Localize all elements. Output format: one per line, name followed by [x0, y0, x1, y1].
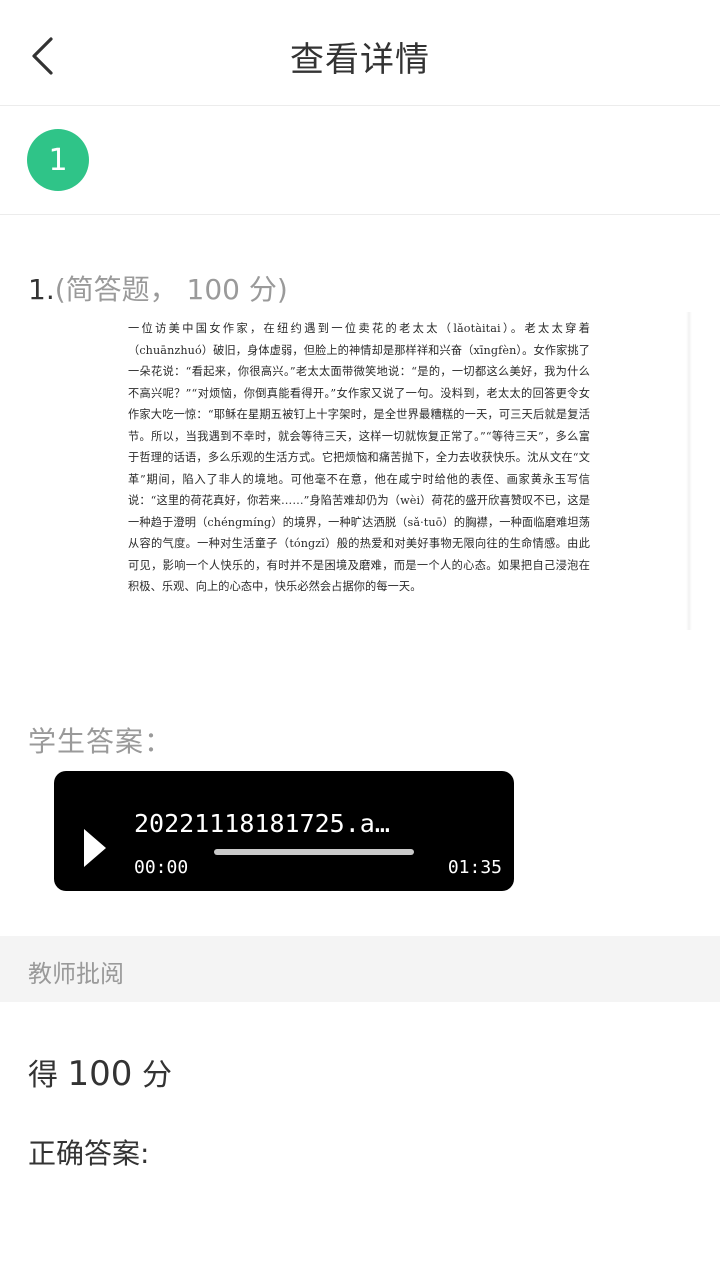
score-prefix: 得	[28, 1058, 58, 1093]
score-suffix: 分	[142, 1058, 172, 1093]
question-heading: 1.(简答题， 100 分)	[28, 268, 288, 308]
audio-total-time: 01:35	[447, 857, 502, 878]
score-value: 100	[67, 1054, 133, 1094]
student-answer-label: 学生答案：	[28, 725, 174, 758]
play-button[interactable]	[82, 827, 108, 869]
teacher-review-section: 教师批阅	[0, 936, 720, 1002]
header-bar: 查看详情	[0, 0, 720, 106]
passage-text: 一位访美中国女作家，在纽约遇到一位卖花的老太太（lǎotàitai）。老太太穿着…	[128, 322, 590, 593]
section-title: 教师批阅	[28, 960, 124, 988]
score-line: 得 100 分	[28, 1050, 172, 1094]
question-type-score: (简答题， 100 分)	[54, 273, 288, 306]
audio-progress-bar[interactable]	[214, 849, 414, 855]
question-passage-image: 一位访美中国女作家，在纽约遇到一位卖花的老太太（lǎotàitai）。老太太穿着…	[128, 318, 590, 593]
question-number: 1.	[28, 273, 55, 306]
page-title: 查看详情	[290, 40, 430, 80]
audio-player[interactable]: 20221118181725.a… 00:00 01:35	[54, 771, 514, 891]
correct-answer-label: 正确答案:	[28, 1137, 150, 1170]
question-number-badge[interactable]: 1	[27, 129, 89, 191]
audio-filename: 20221118181725.a…	[134, 809, 390, 838]
question-navigator: 1	[0, 107, 720, 215]
audio-current-time: 00:00	[134, 857, 189, 878]
image-edge-shadow	[686, 312, 692, 630]
play-icon	[84, 829, 106, 867]
